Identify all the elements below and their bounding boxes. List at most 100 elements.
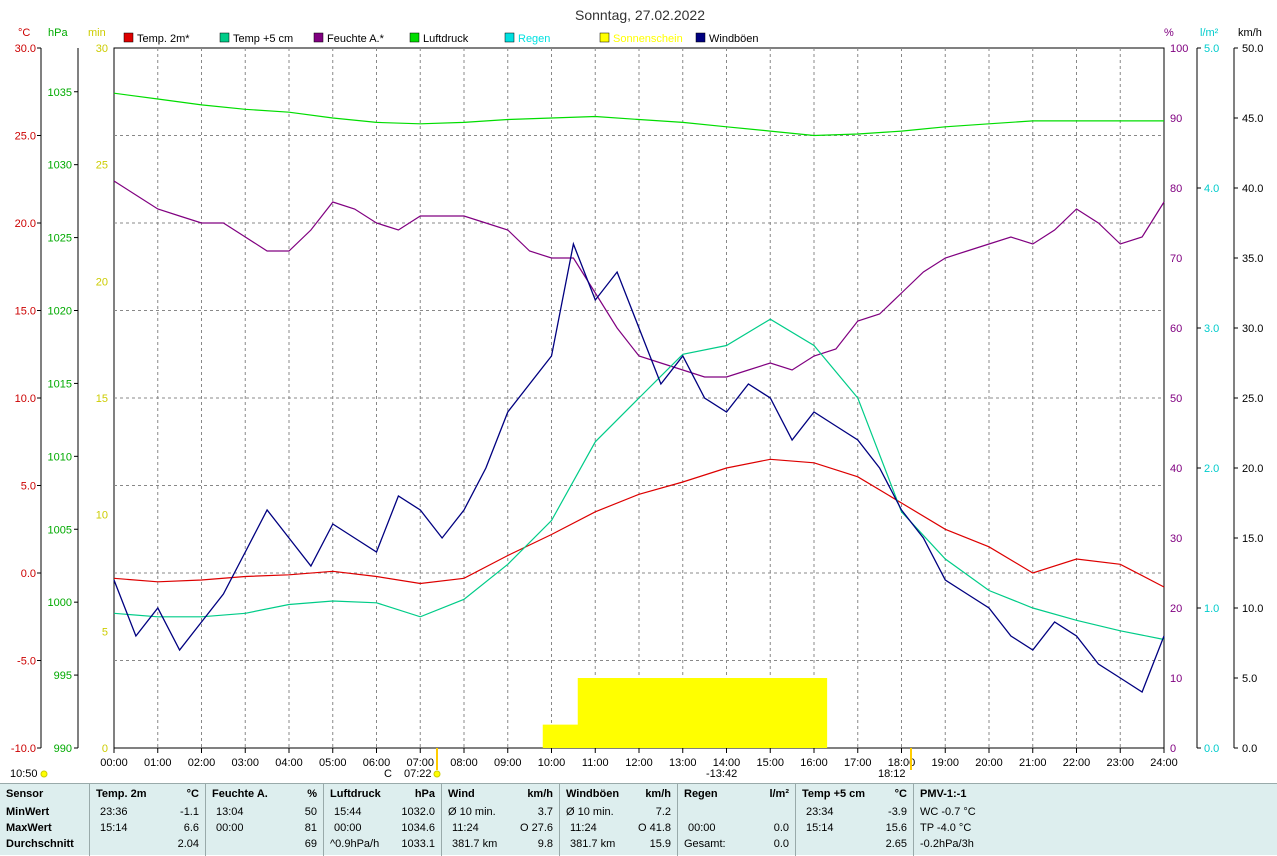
stats-feuchte-max-val: 81 bbox=[304, 822, 317, 834]
stats-min-label: MinWert bbox=[6, 806, 50, 818]
stats-wind-min-time: Ø 10 min. bbox=[448, 806, 496, 818]
x-tick-label: 17:00 bbox=[844, 757, 872, 769]
rain-tick-label: 2.0 bbox=[1204, 463, 1219, 475]
legend-swatch bbox=[504, 32, 515, 43]
c-marker: C bbox=[384, 768, 392, 780]
x-tick-label: 16:00 bbox=[800, 757, 828, 769]
temp-tick-label: 0.0 bbox=[21, 568, 36, 580]
wind-tick-label: 5.0 bbox=[1242, 673, 1257, 685]
humidity-tick-label: 90 bbox=[1170, 113, 1182, 125]
rain-tick-label: 5.0 bbox=[1204, 43, 1219, 55]
stats-regen-max-time: 00:00 bbox=[688, 822, 716, 834]
stats-luftdruck-header: Luftdruck bbox=[330, 788, 381, 800]
stats-col-temp2m: Temp. 2m °C 23:36 -1.1 15:14 6.6 2.04 bbox=[90, 784, 206, 856]
humidity-tick-label: 70 bbox=[1170, 253, 1182, 265]
stats-col-wind: Wind km/h Ø 10 min. 3.7 11:24 O 27.6 381.7 … bbox=[442, 784, 560, 856]
stats-feuchte-min-val: 50 bbox=[304, 806, 317, 818]
stats-windboeen-min-val: 7.2 bbox=[655, 806, 671, 818]
stats-temp2m-min-val: -1.1 bbox=[180, 806, 199, 818]
stats-temp5cm-unit: °C bbox=[894, 788, 907, 800]
clock-time: 10:50 bbox=[10, 768, 38, 780]
stats-sensor-header: Sensor bbox=[6, 788, 44, 800]
wind-tick-label: 15.0 bbox=[1242, 533, 1263, 545]
x-tick-label: 01:00 bbox=[144, 757, 172, 769]
stats-regen-max-val: 0.0 bbox=[773, 822, 789, 834]
x-tick-label: 21:00 bbox=[1019, 757, 1047, 769]
stats-luftdruck-avg-label: ^0.9hPa/h bbox=[330, 838, 380, 850]
x-tick-label: 03:00 bbox=[231, 757, 259, 769]
stats-windboeen-min-time: Ø 10 min. bbox=[566, 806, 614, 818]
stats-col-temp5cm: Temp +5 cm °C 23:34 -3.9 15:14 15.6 2.65 bbox=[796, 784, 914, 856]
stats-temp5cm-min-time: 23:34 bbox=[806, 806, 834, 818]
x-axis: 00:00 01:00 02:00 03:00 04:00 05:00 06:00 07:00… bbox=[100, 748, 1178, 769]
temp-tick-label: 20.0 bbox=[15, 218, 36, 230]
pressure-tick-label: 1025 bbox=[48, 233, 72, 245]
stats-regen-header: Regen bbox=[684, 788, 718, 800]
sun-tick-label: 0 bbox=[102, 743, 108, 755]
sun-tick-label: 20 bbox=[96, 276, 108, 288]
stats-pmv-trend: -0.2hPa/3h bbox=[920, 838, 974, 850]
stats-feuchte-unit: % bbox=[307, 788, 317, 800]
sun-axis-unit: min bbox=[88, 27, 106, 39]
rain-axis-unit: l/m² bbox=[1200, 27, 1219, 39]
stats-luftdruck-min-time: 15:44 bbox=[334, 806, 362, 818]
stats-col-pmv: PMV-1:-1 WC -0.7 °C TP -4.0 °C -0.2hPa/3… bbox=[914, 784, 1277, 856]
stats-col-sensor: Sensor MinWert MaxWert Durchschnitt bbox=[0, 784, 90, 856]
pressure-tick-label: 1010 bbox=[48, 451, 72, 463]
rain-tick-label: 3.0 bbox=[1204, 323, 1219, 335]
x-tick-label: 23:00 bbox=[1106, 757, 1134, 769]
x-tick-label: 12:00 bbox=[625, 757, 653, 769]
x-tick-label: 00:00 bbox=[100, 757, 128, 769]
sun-tick-label: 5 bbox=[102, 626, 108, 638]
stats-windboeen-avg-val: 15.9 bbox=[649, 838, 671, 850]
legend-swatch bbox=[313, 32, 324, 43]
pressure-axis-unit: hPa bbox=[48, 27, 68, 39]
stats-luftdruck-unit: hPa bbox=[414, 788, 435, 800]
x-tick-label: 19:00 bbox=[931, 757, 959, 769]
stats-pmv-header: PMV-1:-1 bbox=[920, 788, 967, 800]
x-tick-label: 22:00 bbox=[1063, 757, 1091, 769]
stats-temp5cm-min-val: -3.9 bbox=[888, 806, 907, 818]
sun-tick-label: 30 bbox=[96, 43, 108, 55]
temp-tick-label: 5.0 bbox=[21, 481, 36, 493]
stats-temp2m-max-val: 6.6 bbox=[183, 822, 199, 834]
stats-regen-avg-val: 0.0 bbox=[773, 838, 789, 850]
stats-windboeen-avg-label: 381.7 km bbox=[570, 838, 616, 850]
stats-temp5cm-max-val: 15.6 bbox=[885, 822, 907, 834]
rain-tick-label: 4.0 bbox=[1204, 183, 1219, 195]
stats-table: Sensor MinWert MaxWert Durchschnitt Temp… bbox=[0, 783, 1277, 856]
sun-tick-label: 25 bbox=[96, 160, 108, 172]
stats-luftdruck-max-val: 1034.6 bbox=[401, 822, 435, 834]
pressure-tick-label: 1000 bbox=[48, 597, 72, 609]
x-tick-label: 10:00 bbox=[538, 757, 566, 769]
legend-swatch bbox=[409, 32, 420, 43]
legend-label: Feuchte A.* bbox=[327, 33, 385, 45]
humidity-tick-label: 50 bbox=[1170, 393, 1182, 405]
stats-avg-label: Durchschnitt bbox=[6, 838, 74, 850]
stats-max-label: MaxWert bbox=[6, 822, 52, 834]
stats-luftdruck-avg-val: 1033.1 bbox=[401, 838, 435, 850]
right-axes: % l/m² km/h10090807060504030201005.04.03.0… bbox=[1164, 27, 1263, 755]
peak-marker: -13:42 bbox=[706, 768, 737, 780]
wind-tick-label: 0.0 bbox=[1242, 743, 1257, 755]
x-tick-label: 02:00 bbox=[188, 757, 216, 769]
pressure-tick-label: 1020 bbox=[48, 306, 72, 318]
legend-label: Sonnenschein bbox=[613, 33, 683, 45]
x-tick-label: 09:00 bbox=[494, 757, 522, 769]
wind-tick-label: 30.0 bbox=[1242, 323, 1263, 335]
humidity-tick-label: 0 bbox=[1170, 743, 1176, 755]
stats-temp2m-unit: °C bbox=[186, 788, 199, 800]
stats-col-windboeen: Windböen km/h Ø 10 min. 7.2 11:24 O 41.8 38… bbox=[560, 784, 678, 856]
legend-swatch bbox=[695, 32, 706, 43]
sun-tick-label: 15 bbox=[96, 393, 108, 405]
stats-wind-max-time: 11:24 bbox=[452, 822, 479, 834]
stats-col-luftdruck: Luftdruck hPa 15:44 1032.0 00:00 1034.6 ^0.… bbox=[324, 784, 442, 856]
stats-pmv-wc: WC -0.7 °C bbox=[920, 806, 976, 818]
legend-label: Temp. 2m* bbox=[137, 33, 190, 45]
humidity-tick-label: 80 bbox=[1170, 183, 1182, 195]
stats-col-feuchte: Feuchte A.% 13:04 50 00:00 81 69 bbox=[206, 784, 324, 856]
stats-temp5cm-max-time: 15:14 bbox=[806, 822, 834, 834]
humidity-tick-label: 20 bbox=[1170, 603, 1182, 615]
stats-feuchte-avg-val: 69 bbox=[304, 838, 317, 850]
wind-tick-label: 20.0 bbox=[1242, 463, 1263, 475]
